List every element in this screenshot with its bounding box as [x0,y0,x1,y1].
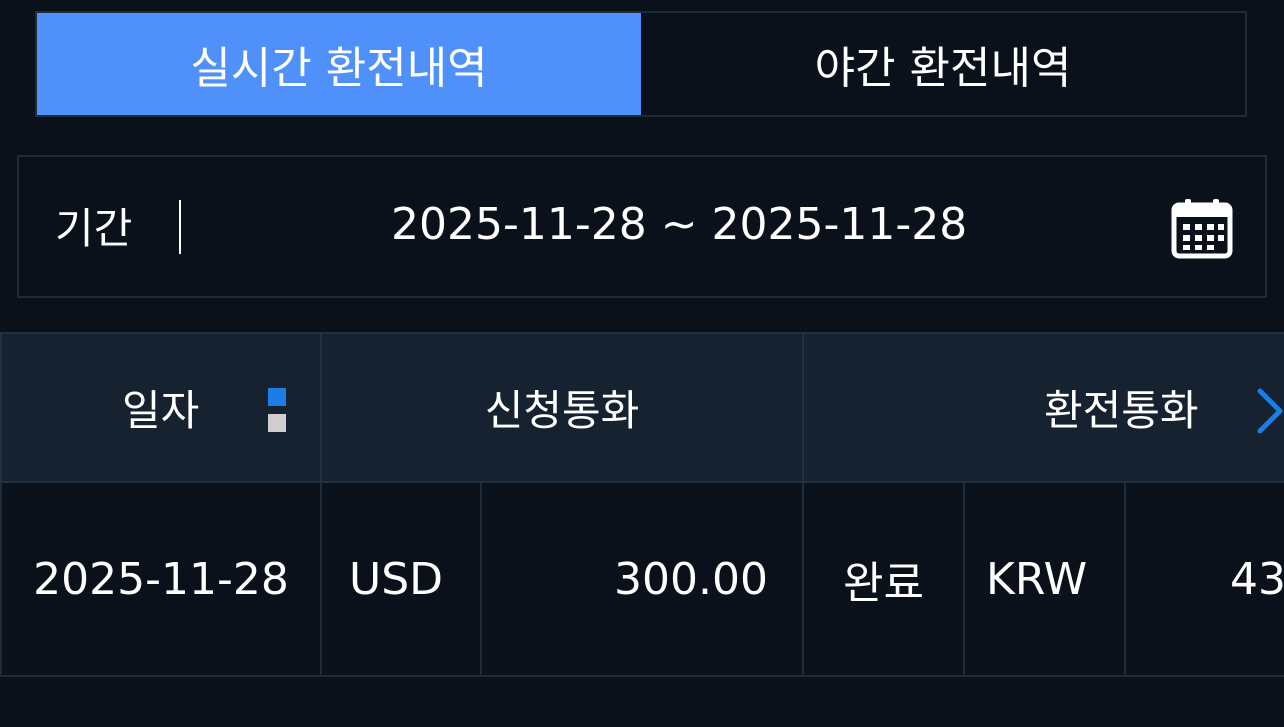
sort-desc-indicator [268,414,286,432]
exchange-history-table: 일자 신청통화 환전통화 2025-11-28 USD 300.00 완료 KR… [0,332,1284,727]
column-label-exchange-currency: 환전통화 [1044,386,1199,435]
table-header: 일자 신청통화 환전통화 [0,332,1284,483]
sort-icon[interactable] [268,388,288,432]
column-header-exchange-currency: 환전통화 [804,334,1284,481]
period-divider [179,200,181,254]
cell-request-currency: USD [322,483,482,675]
period-label: 기간 [55,204,133,253]
column-label-date: 일자 [122,386,200,435]
column-label-request-currency: 신청통화 [484,386,640,435]
cell-exchange-amount: 43 [1230,553,1284,605]
column-header-request-currency: 신청통화 [322,334,804,481]
tab-realtime-exchange[interactable]: 실시간 환전내역 [37,13,641,115]
tab-night-exchange[interactable]: 야간 환전내역 [641,13,1245,115]
cell-exchange-currency: KRW [965,483,1126,675]
calendar-icon[interactable] [1171,197,1233,259]
period-range[interactable]: 2025-11-28 ~ 2025-11-28 [391,199,967,250]
sort-asc-indicator [268,388,286,406]
cell-request-amount: 300.00 [482,483,804,675]
period-selector[interactable]: 기간 2025-11-28 ~ 2025-11-28 [17,155,1267,298]
chevron-right-icon[interactable] [1254,386,1284,436]
cell-date: 2025-11-28 [0,483,322,675]
column-header-date[interactable]: 일자 [0,334,322,481]
table-row[interactable]: 2025-11-28 USD 300.00 완료 KRW 43 [0,483,1284,677]
exchange-history-tabs: 실시간 환전내역 야간 환전내역 [35,11,1247,117]
cell-status: 완료 [804,483,965,675]
